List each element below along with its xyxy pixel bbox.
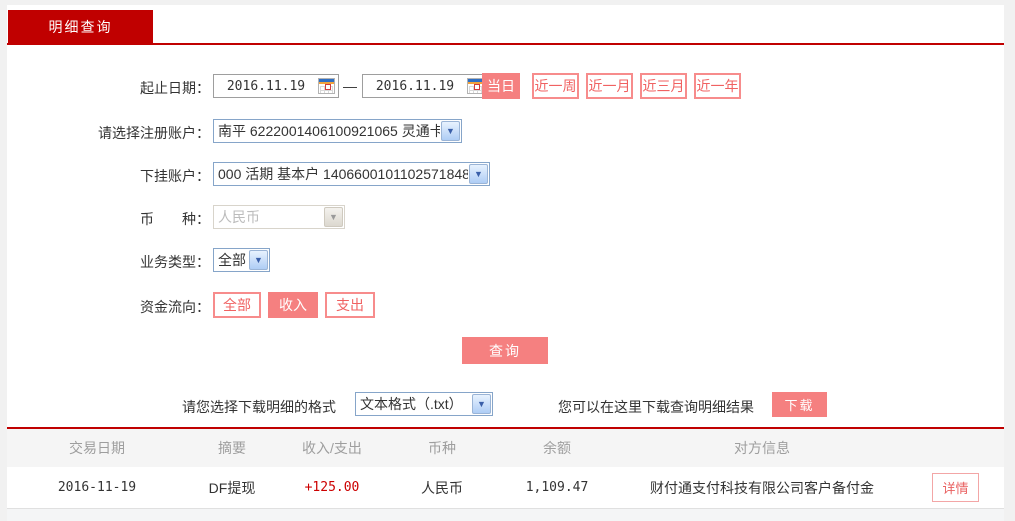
start-date-input[interactable]: 2016.11.19 [213,74,339,98]
cell-summary: DF提现 [187,478,277,498]
header-trade-date: 交易日期 [7,438,187,458]
quick-range-year-button[interactable]: 近一年 [694,73,741,99]
tab-underline [7,43,1004,45]
quick-range-3months-button[interactable]: 近三月 [640,73,687,99]
business-type-label: 业务类型： [10,252,210,272]
register-account-select[interactable]: 南平 6222001406100921065 灵通卡 ▼ [213,119,462,143]
cell-amount: +125.00 [277,480,387,495]
chevron-down-icon: ▼ [324,207,343,227]
detail-button[interactable]: 详情 [932,473,978,502]
download-format-label: 请您选择下载明细的格式 [182,397,336,417]
table-header-row: 交易日期 摘要 收入/支出 币种 余额 对方信息 [7,429,1004,467]
cell-trade-date: 2016-11-19 [7,480,187,495]
query-button[interactable]: 查询 [462,337,548,364]
end-date-input[interactable]: 2016.11.19 [362,74,488,98]
business-type-select[interactable]: 全部 ▼ [213,248,270,272]
download-button[interactable]: 下载 [772,392,827,417]
quick-range-month-button[interactable]: 近一月 [586,73,633,99]
business-type-value: 全部 [214,250,248,270]
fund-flow-expense-button[interactable]: 支出 [325,292,375,318]
download-format-value: 文本格式（.txt） [356,394,471,414]
fund-flow-all-button[interactable]: 全部 [213,292,261,318]
calendar-icon[interactable] [318,78,335,94]
sub-account-label: 下挂账户： [10,166,210,186]
header-counterparty: 对方信息 [617,438,907,458]
header-currency: 币种 [387,438,497,458]
start-date-value: 2016.11.19 [214,79,318,94]
quick-range-week-button[interactable]: 近一周 [532,73,579,99]
header-income-expense: 收入/支出 [277,438,387,458]
cell-counterparty: 财付通支付科技有限公司客户备付金 [617,478,907,498]
tab-label: 明细查询 [49,17,113,37]
register-account-label: 请选择注册账户： [10,123,210,143]
chevron-down-icon: ▼ [249,250,268,270]
sub-account-select[interactable]: 000 活期 基本户 1406600101102571848 ▼ [213,162,490,186]
detail-query-page: 明细查询 起止日期： 2016.11.19 — 2016.11.19 当日 近一… [0,0,1015,521]
header-summary: 摘要 [187,438,277,458]
fund-flow-income-button[interactable]: 收入 [268,292,318,318]
currency-label: 币 种： [10,209,210,229]
register-account-value: 南平 6222001406100921065 灵通卡 [214,121,440,141]
download-hint: 您可以在这里下载查询明细结果 [558,397,754,417]
chevron-down-icon: ▼ [469,164,488,184]
cell-balance: 1,109.47 [497,480,617,495]
date-separator: — [343,78,357,94]
tab-detail-query[interactable]: 明细查询 [8,10,153,44]
download-format-select[interactable]: 文本格式（.txt） ▼ [355,392,493,416]
currency-value: 人民币 [214,207,323,227]
date-range-label: 起止日期： [10,78,210,98]
cell-currency: 人民币 [387,478,497,498]
header-balance: 余额 [497,438,617,458]
end-date-value: 2016.11.19 [363,79,467,94]
fund-flow-label: 资金流向： [10,297,210,317]
quick-range-today-button[interactable]: 当日 [482,73,520,99]
table-row: 2016-11-19 DF提现 +125.00 人民币 1,109.47 财付通… [7,467,1004,509]
chevron-down-icon: ▼ [472,394,491,414]
bottom-strip [7,509,1004,521]
sub-account-value: 000 活期 基本户 1406600101102571848 [214,164,468,184]
chevron-down-icon: ▼ [441,121,460,141]
currency-select: 人民币 ▼ [213,205,345,229]
